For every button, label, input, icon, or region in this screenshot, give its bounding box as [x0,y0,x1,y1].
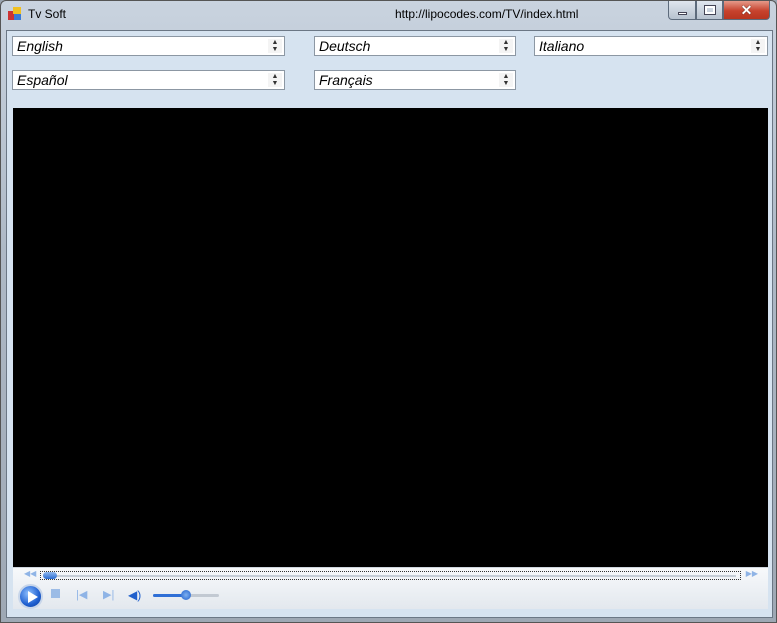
language-select-italiano[interactable]: Italiano ▲ ▼ [534,36,768,56]
next-button[interactable]: ▶| [103,588,114,601]
language-select-francais[interactable]: Français ▲ ▼ [314,70,516,90]
language-select-english[interactable]: English ▲ ▼ [12,36,285,56]
select-value: Italiano [539,38,585,54]
select-value: Español [17,72,68,88]
volume-slider[interactable] [153,590,219,600]
app-window: Tv Soft http://lipocodes.com/TV/index.ht… [0,0,777,623]
stop-button[interactable] [51,589,60,598]
select-value: Deutsch [319,38,371,54]
video-area[interactable] [13,108,768,567]
play-button[interactable] [18,584,43,609]
spin-arrows-icon[interactable]: ▲ ▼ [268,73,282,87]
window-title: Tv Soft [28,7,67,21]
maximize-button[interactable] [696,1,723,20]
maximize-icon [703,5,716,15]
window-url: http://lipocodes.com/TV/index.html [395,7,579,21]
client-area: English ▲ ▼ Deutsch ▲ ▼ Italiano ▲ ▼ Español ▲ ▼… [6,30,773,618]
spin-arrows-icon[interactable]: ▲ ▼ [268,39,282,53]
spin-arrows-icon[interactable]: ▲ ▼ [499,39,513,53]
spin-arrows-icon[interactable]: ▲ ▼ [499,73,513,87]
seek-bar[interactable] [40,571,741,580]
select-value: English [17,38,63,54]
language-select-deutsch[interactable]: Deutsch ▲ ▼ [314,36,516,56]
select-value: Français [319,72,373,88]
close-button[interactable]: ✕ [723,1,770,20]
rewind-icon[interactable]: ◀◀ [24,569,36,578]
seek-track [45,575,736,577]
volume-thumb[interactable] [181,590,191,600]
minimize-button[interactable] [668,1,696,20]
close-icon: ✕ [740,1,753,18]
previous-button[interactable]: |◀ [76,588,87,601]
app-icon [8,7,22,21]
minimize-icon [677,11,687,15]
spin-arrows-icon[interactable]: ▲ ▼ [751,39,765,53]
volume-icon[interactable]: ◀) [128,588,141,602]
player-controls: ◀◀ ▶▶ |◀ ▶| ◀) [13,567,768,609]
fast-forward-icon[interactable]: ▶▶ [746,569,758,578]
seek-thumb[interactable] [43,572,57,579]
language-select-espanol[interactable]: Español ▲ ▼ [12,70,285,90]
